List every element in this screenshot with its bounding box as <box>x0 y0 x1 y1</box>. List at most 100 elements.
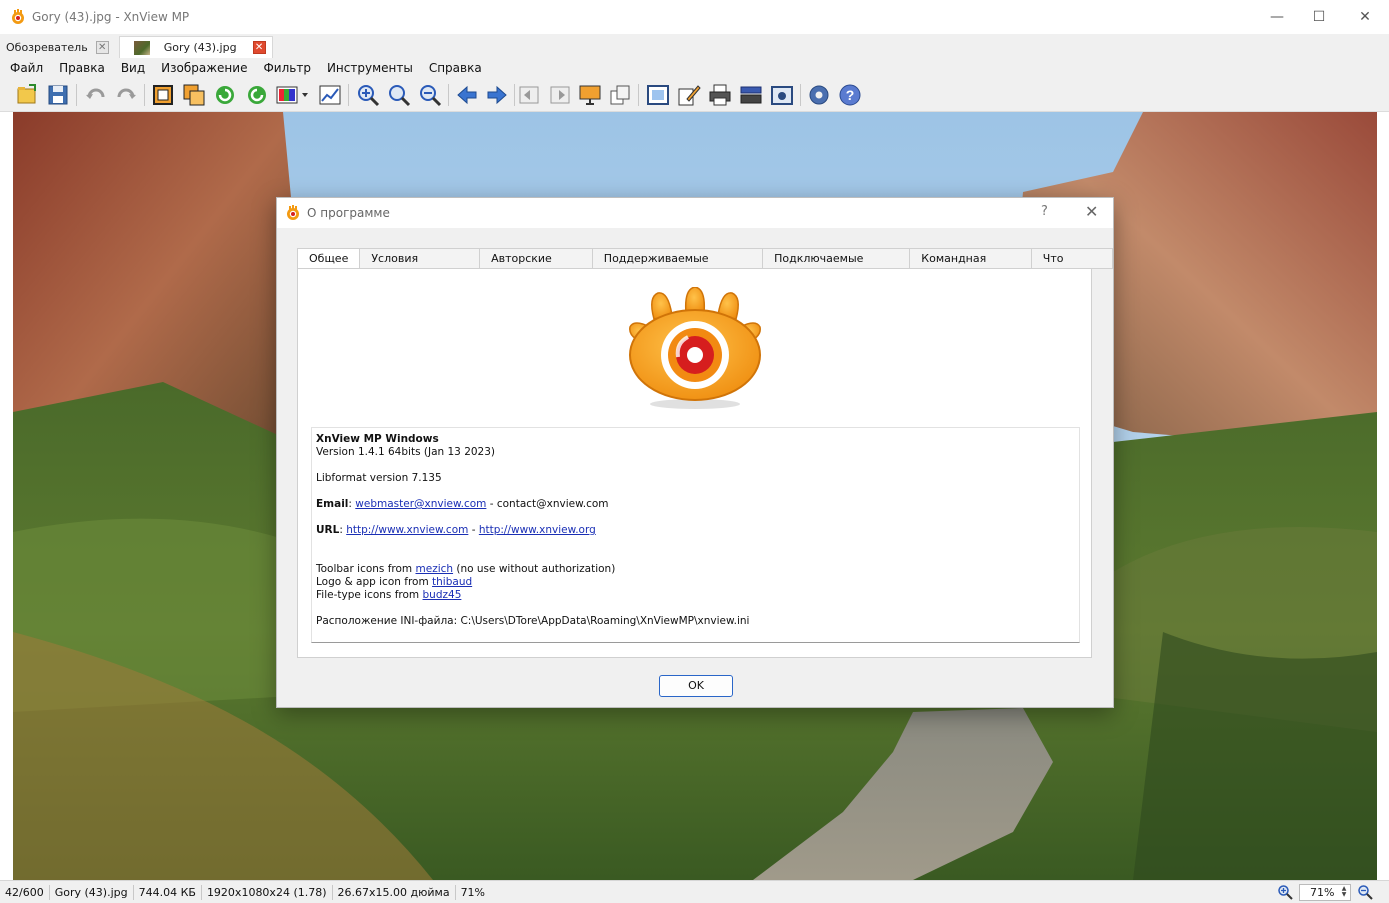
edit-icon[interactable] <box>677 83 701 107</box>
copy-icon[interactable] <box>608 83 632 107</box>
toolbar-credit-suffix: (no use without authorization) <box>453 563 616 575</box>
dialog-tabs: Общее Условия лицензии Авторские права П… <box>297 248 1114 285</box>
dialog-title: О программе <box>307 206 390 220</box>
mezich-link[interactable]: mezich <box>416 563 454 575</box>
status-bar: 42/600 Gory (43).jpg 744.04 КБ 1920x1080… <box>0 880 1389 903</box>
toolbar-separator <box>448 84 449 106</box>
email-line: Email: webmaster@xnview.com - contact@xn… <box>316 498 609 510</box>
tab-image-label: Gory (43).jpg <box>163 41 237 54</box>
toolbar: ? <box>0 78 1389 112</box>
tab-browser-close-icon[interactable]: ✕ <box>95 40 109 54</box>
logo-credit-line: Logo & app icon from thibaud <box>316 576 1075 589</box>
redo-icon[interactable] <box>114 83 138 107</box>
url-link-com[interactable]: http://www.xnview.com <box>346 524 468 536</box>
email-link[interactable]: webmaster@xnview.com <box>355 498 486 510</box>
minimize-button[interactable]: — <box>1254 0 1300 34</box>
settings-icon[interactable] <box>807 83 831 107</box>
resize-icon[interactable] <box>182 83 206 107</box>
tab-browser[interactable]: Обозреватель ✕ <box>0 36 115 58</box>
email-other: contact@xnview.com <box>496 498 609 510</box>
toolbar-separator <box>800 84 801 106</box>
arrow-right-icon[interactable] <box>485 83 509 107</box>
tab-plugins[interactable]: Подключаемые модули <box>763 248 911 285</box>
crop-icon[interactable] <box>151 83 175 107</box>
dialog-help-button[interactable]: ? <box>1041 204 1048 219</box>
toolbar-separator <box>514 84 515 106</box>
toolbar-separator <box>144 84 145 106</box>
status-index: 42/600 <box>0 884 50 900</box>
levels-icon[interactable] <box>318 83 342 107</box>
arrow-left-icon[interactable] <box>455 83 479 107</box>
libformat-text: Libformat version 7.135 <box>316 472 442 484</box>
xnview-app-icon <box>287 205 299 220</box>
zoom-spinner[interactable]: ▲ ▼ <box>1339 885 1349 899</box>
window-title: Gory (43).jpg - XnView MP <box>32 10 190 24</box>
budz45-link[interactable]: budz45 <box>423 589 462 601</box>
dialog-close-button[interactable]: ✕ <box>1085 202 1098 221</box>
toolbar-separator <box>76 84 77 106</box>
undo-icon[interactable] <box>84 83 108 107</box>
xnview-logo <box>629 287 761 409</box>
ini-path-text: Расположение INI-файла: C:\Users\DTore\A… <box>316 615 750 627</box>
menu-tools[interactable]: Инструменты <box>319 61 421 75</box>
rotate-right-icon[interactable] <box>245 83 269 107</box>
thibaud-link[interactable]: thibaud <box>432 576 472 588</box>
tab-image[interactable]: Gory (43).jpg ✕ <box>118 36 273 58</box>
email-label: Email <box>316 498 349 510</box>
color-palette-icon[interactable] <box>276 83 312 107</box>
capture-icon[interactable] <box>770 83 794 107</box>
tab-browser-label: Обозреватель <box>6 40 88 54</box>
zoom-input[interactable]: 71% ▲ ▼ <box>1299 883 1351 901</box>
scanner-icon[interactable] <box>739 83 763 107</box>
last-page-icon[interactable] <box>548 83 572 107</box>
zoom-out-small-icon[interactable] <box>1357 884 1373 900</box>
xnview-app-icon <box>12 9 24 24</box>
image-thumbnail-icon <box>133 40 150 55</box>
open-folder-icon[interactable] <box>15 83 39 107</box>
close-button[interactable]: ✕ <box>1342 0 1388 34</box>
tab-general[interactable]: Общее <box>297 248 361 270</box>
toolbar-credit-line: Toolbar icons from mezich (no use withou… <box>316 563 1075 576</box>
tab-license[interactable]: Условия лицензии <box>360 248 481 285</box>
zoom-in-small-icon[interactable] <box>1277 884 1293 900</box>
rotate-left-icon[interactable] <box>213 83 237 107</box>
fullscreen-icon[interactable] <box>646 83 670 107</box>
save-icon[interactable] <box>46 83 70 107</box>
zoom-in-icon[interactable] <box>356 83 380 107</box>
menu-filter[interactable]: Фильтр <box>255 61 318 75</box>
status-filename: Gory (43).jpg <box>50 884 134 900</box>
toolbar-separator <box>348 84 349 106</box>
url-link-org[interactable]: http://www.xnview.org <box>479 524 596 536</box>
filetype-credit-prefix: File-type icons from <box>316 589 423 601</box>
logo-credit-prefix: Logo & app icon from <box>316 576 433 588</box>
tab-copyright[interactable]: Авторские права <box>480 248 593 285</box>
print-icon[interactable] <box>708 83 732 107</box>
first-page-icon[interactable] <box>517 83 541 107</box>
zoom-control: 71% ▲ ▼ <box>1277 881 1389 903</box>
menu-file[interactable]: Файл <box>0 61 51 75</box>
menu-help[interactable]: Справка <box>421 61 490 75</box>
menu-edit[interactable]: Правка <box>51 61 113 75</box>
toolbar-credit-prefix: Toolbar icons from <box>316 563 416 575</box>
maximize-button[interactable]: ☐ <box>1296 0 1342 34</box>
tab-image-close-icon[interactable]: ✕ <box>252 41 266 54</box>
url-label: URL <box>316 524 340 536</box>
version-text: Version 1.4.1 64bits (Jan 13 2023) <box>316 446 496 458</box>
tab-formats[interactable]: Поддерживаемые форматы <box>592 248 764 285</box>
zoom-fit-icon[interactable] <box>387 83 411 107</box>
status-zoom: 71% <box>460 885 486 899</box>
menu-image[interactable]: Изображение <box>153 61 255 75</box>
tab-command-line[interactable]: Командная строка <box>910 248 1032 285</box>
title-bar: Gory (43).jpg - XnView MP — ☐ ✕ <box>0 0 1389 34</box>
zoom-out-icon[interactable] <box>418 83 442 107</box>
menu-view[interactable]: Вид <box>113 61 153 75</box>
tab-whats-new[interactable]: Что нового <box>1031 248 1114 285</box>
status-filesize: 744.04 КБ <box>134 884 202 900</box>
url-line: URL: http://www.xnview.com - http://www.… <box>316 524 596 536</box>
about-dialog: О программе ? ✕ Общее Условия лицензии А… <box>276 197 1114 708</box>
svg-text:?: ? <box>846 87 855 103</box>
ok-button[interactable]: OK <box>659 675 733 697</box>
help-icon[interactable]: ? <box>838 83 862 107</box>
menu-bar: Файл Правка Вид Изображение Фильтр Инстр… <box>0 58 1389 78</box>
slideshow-icon[interactable] <box>578 83 602 107</box>
